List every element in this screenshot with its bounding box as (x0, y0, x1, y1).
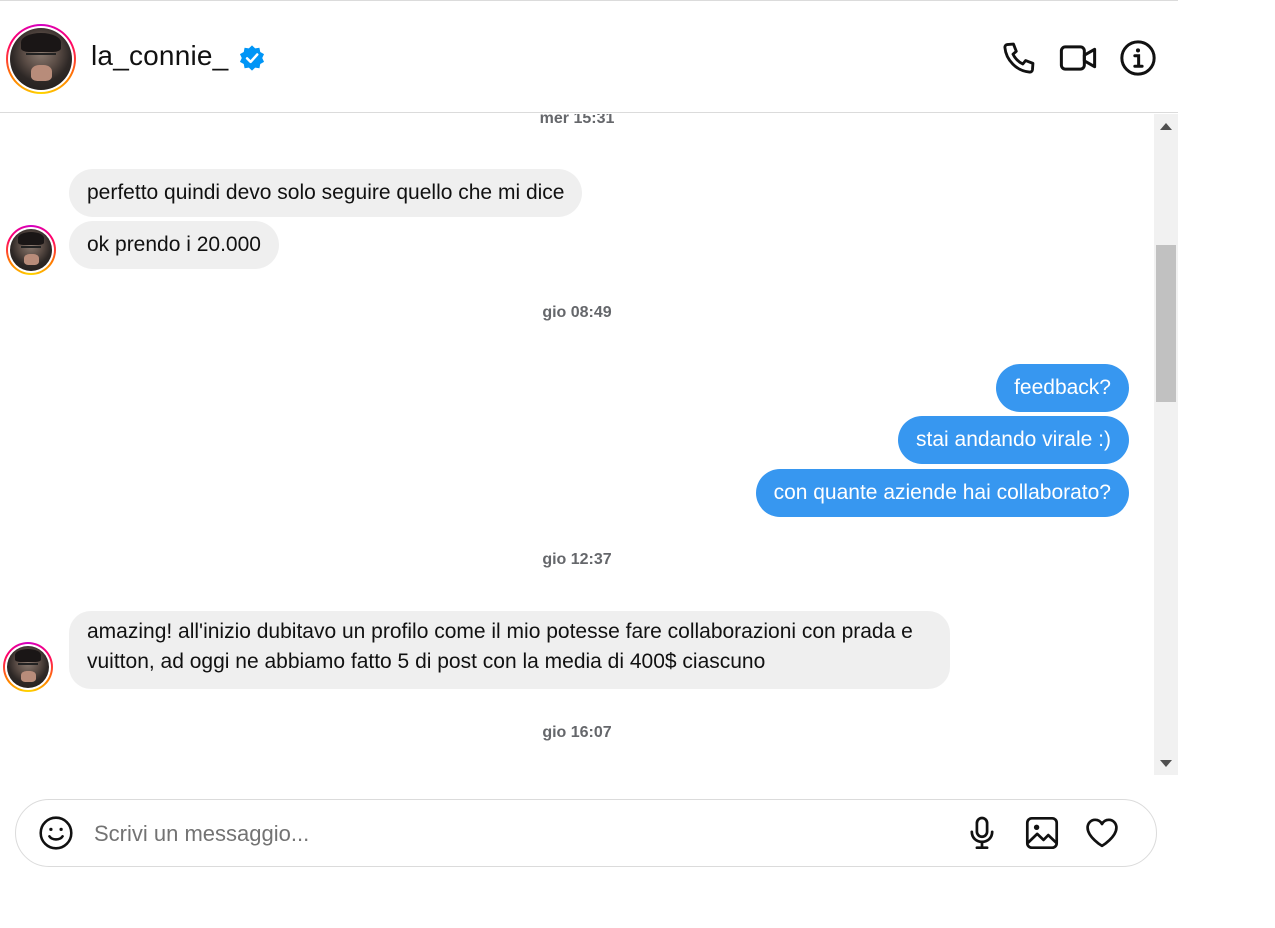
chat-username[interactable]: la_connie_ (91, 40, 228, 72)
chat-header: la_connie_ (0, 1, 1178, 113)
timestamp: gio 16:07 (542, 724, 612, 741)
scrollbar-thumb[interactable] (1156, 245, 1176, 402)
outgoing-message[interactable]: feedback? (996, 364, 1129, 412)
outgoing-message[interactable]: con quante aziende hai collaborato? (755, 469, 1129, 517)
verified-badge-icon (238, 44, 266, 72)
heart-icon[interactable] (1084, 815, 1120, 851)
sender-avatar[interactable] (3, 642, 53, 692)
phone-icon[interactable] (1000, 39, 1038, 77)
timestamp: mer 15:31 (539, 114, 615, 127)
header-avatar[interactable] (6, 24, 76, 94)
message-composer (15, 799, 1157, 867)
message-input[interactable] (92, 814, 936, 854)
info-icon[interactable] (1119, 39, 1157, 77)
image-icon[interactable] (1024, 815, 1060, 851)
scroll-up-arrow-icon[interactable] (1154, 114, 1178, 138)
direct-message-window: la_connie_ mer 15:31 perfetto quindi dev… (0, 0, 1178, 928)
sender-avatar[interactable] (6, 225, 56, 275)
timestamp: gio 08:49 (542, 304, 612, 321)
timestamp: gio 12:37 (542, 551, 612, 568)
incoming-message[interactable]: ok prendo i 20.000 (69, 221, 279, 269)
scroll-down-arrow-icon[interactable] (1154, 751, 1178, 775)
microphone-icon[interactable] (964, 815, 1000, 851)
video-camera-icon[interactable] (1059, 39, 1097, 77)
message-thread[interactable]: mer 15:31 perfetto quindi devo solo segu… (0, 114, 1154, 775)
message-scrollbar[interactable] (1154, 114, 1178, 775)
outgoing-message[interactable]: stai andando virale :) (898, 416, 1129, 464)
incoming-message[interactable]: perfetto quindi devo solo seguire quello… (69, 169, 583, 217)
incoming-message[interactable]: amazing! all'inizio dubitavo un profilo … (69, 611, 950, 689)
emoji-icon[interactable] (38, 815, 74, 851)
